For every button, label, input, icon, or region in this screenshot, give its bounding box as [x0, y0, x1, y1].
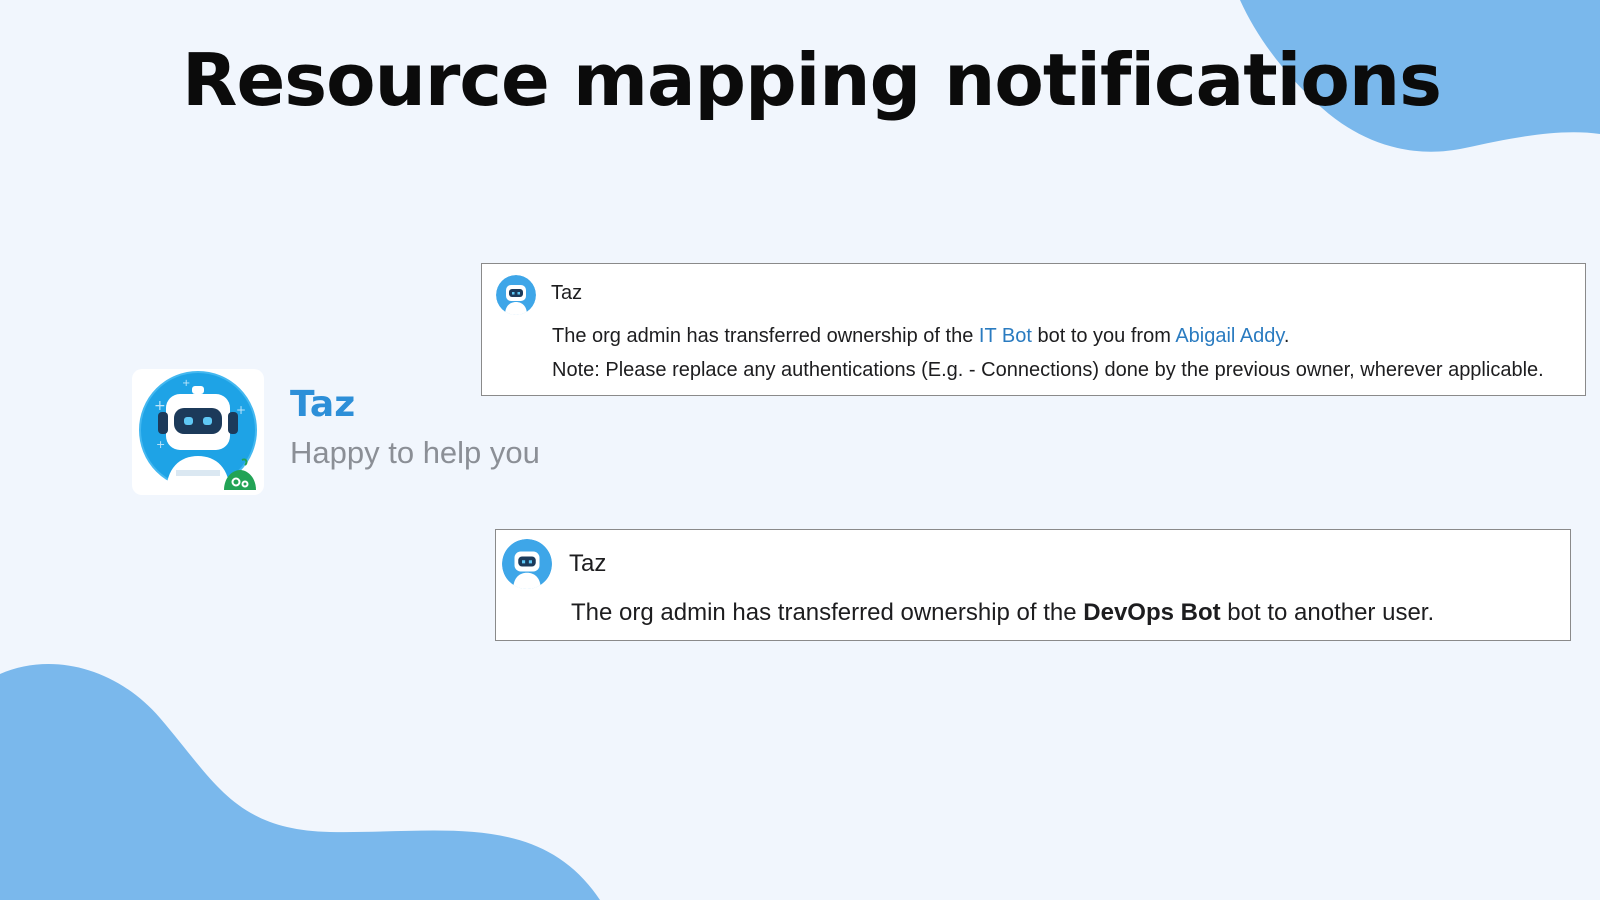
user-link-abigail-addy[interactable]: Abigail Addy [1175, 325, 1284, 347]
robot-avatar-icon [496, 275, 536, 315]
decorative-blob-bottom-left [0, 663, 600, 900]
notification-card-ownership-transferred: Taz The org admin has transferred owners… [495, 529, 1571, 641]
green-chat-badge-icon [224, 458, 256, 490]
svg-text:+: + [156, 438, 165, 451]
bot-name-devops-bot: DevOps Bot [1083, 599, 1221, 626]
robot-avatar-icon [502, 539, 552, 589]
notification-message: The org admin has transferred ownership … [552, 325, 1289, 348]
page-title: Resource mapping notifications [182, 38, 1442, 122]
message-text: . [1283, 325, 1290, 347]
svg-text:+: + [182, 378, 190, 389]
bot-tagline: Happy to help you [290, 435, 540, 470]
message-text: bot to you from [1031, 325, 1176, 347]
message-text: The org admin has transferred ownership … [552, 325, 979, 347]
message-text: The org admin has transferred ownership … [571, 599, 1084, 626]
notification-sender: Taz [551, 282, 583, 304]
bot-profile: + + + + Taz Happy to help you [132, 369, 540, 495]
bot-link-it-bot[interactable]: IT Bot [979, 325, 1032, 347]
notification-note: Note: Please replace any authentications… [552, 359, 1544, 381]
svg-text:+: + [154, 398, 166, 414]
notification-card-ownership-received: Taz The org admin has transferred owners… [481, 263, 1586, 396]
message-text: bot to another user. [1220, 599, 1435, 626]
notification-message: The org admin has transferred ownership … [571, 599, 1434, 627]
notification-sender: Taz [569, 550, 607, 577]
